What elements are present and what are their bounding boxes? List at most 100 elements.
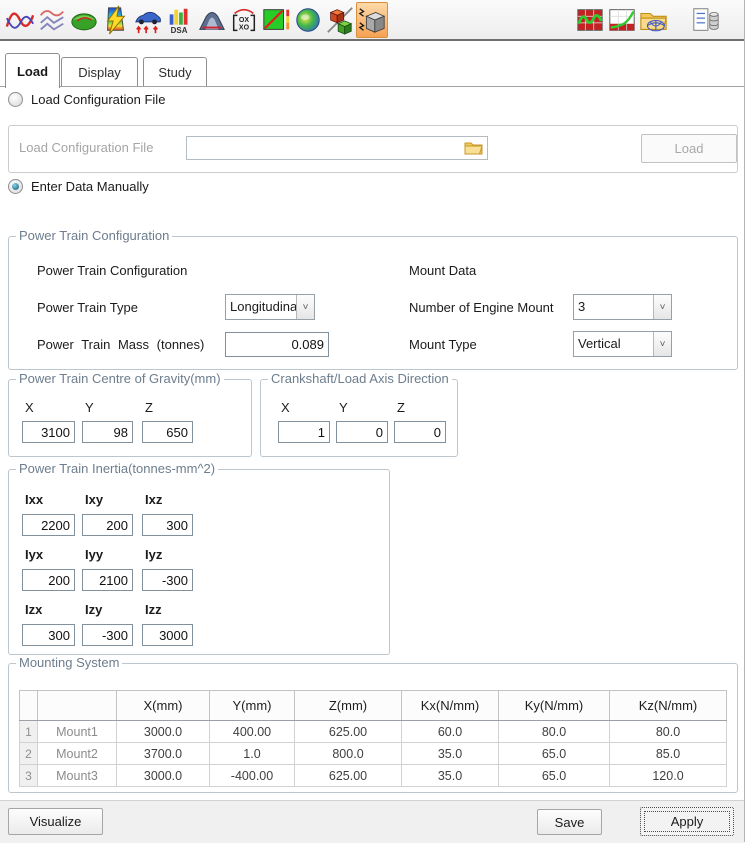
cubes-compare-icon[interactable] xyxy=(324,2,356,38)
iyy-label: Iyy xyxy=(85,547,103,562)
ixx-label: Ixx xyxy=(25,492,43,507)
tab-load[interactable]: Load xyxy=(5,53,60,88)
inertia-caption: Power Train Inertia(tonnes-mm^2) xyxy=(16,461,218,476)
mounting-table-header-row: X(mm) Y(mm) Z(mm) Kx(N/mm) Ky(N/mm) Kz(N… xyxy=(20,691,727,721)
iyy-input[interactable] xyxy=(82,569,133,591)
izz-input[interactable] xyxy=(142,624,193,646)
radio-load-config-file-label: Load Configuration File xyxy=(31,92,165,107)
mount-bracket-icon[interactable] xyxy=(196,2,228,38)
axis-x-input[interactable] xyxy=(278,421,330,443)
ixy-input[interactable] xyxy=(82,514,133,536)
mount-type-combo[interactable]: Vertical ˅ xyxy=(573,331,672,357)
transfer-matrix-icon[interactable]: OX XO xyxy=(228,2,260,38)
curves-icon[interactable] xyxy=(4,2,36,38)
iyz-input[interactable] xyxy=(142,569,193,591)
shell-icon[interactable] xyxy=(68,2,100,38)
lightning-icon[interactable] xyxy=(100,2,132,38)
col-x-header[interactable]: X(mm) xyxy=(117,691,210,721)
cog-x-input[interactable] xyxy=(22,421,75,443)
tab-load-label: Load xyxy=(17,64,48,79)
engine-mount-count-combo[interactable]: 3 ˅ xyxy=(573,294,672,320)
cog-z-input[interactable] xyxy=(142,421,193,443)
col-kz-header[interactable]: Kz(N/mm) xyxy=(610,691,727,721)
col-ky-header[interactable]: Ky(N/mm) xyxy=(499,691,610,721)
crankshaft-axis-group: Crankshaft/Load Axis Direction X Y Z xyxy=(260,379,458,457)
row-number[interactable]: 1 xyxy=(20,721,38,743)
chart-wave-icon[interactable] xyxy=(574,2,606,38)
chevron-down-icon[interactable]: ˅ xyxy=(296,295,314,319)
chevron-down-icon[interactable]: ˅ xyxy=(653,295,671,319)
row-number[interactable]: 2 xyxy=(20,743,38,765)
mounting-system-caption: Mounting System xyxy=(16,655,122,670)
radio-enter-data-manually[interactable]: Enter Data Manually xyxy=(8,179,149,194)
power-train-mass-input[interactable] xyxy=(225,332,329,357)
ixx-input[interactable] xyxy=(22,514,75,536)
z-cell[interactable]: 625.00 xyxy=(295,721,402,743)
kz-cell[interactable]: 80.0 xyxy=(610,721,727,743)
results-folder-icon[interactable] xyxy=(638,2,670,38)
ky-cell[interactable]: 80.0 xyxy=(499,721,610,743)
ky-cell[interactable]: 65.0 xyxy=(499,743,610,765)
z-cell[interactable]: 800.0 xyxy=(295,743,402,765)
cog-z-label: Z xyxy=(145,400,153,415)
tab-display[interactable]: Display xyxy=(61,57,138,87)
y-cell[interactable]: -400.00 xyxy=(210,765,295,787)
izx-label: Izx xyxy=(25,602,42,617)
car-loads-icon[interactable] xyxy=(132,2,164,38)
dsa-label: DSA xyxy=(171,26,188,35)
radio-circle-selected-icon[interactable] xyxy=(8,179,23,194)
mount-name-cell[interactable]: Mount1 xyxy=(38,721,117,743)
col-y-header[interactable]: Y(mm) xyxy=(210,691,295,721)
mount-name-cell[interactable]: Mount3 xyxy=(38,765,117,787)
radio-circle-unselected-icon[interactable] xyxy=(8,92,23,107)
waves-icon[interactable] xyxy=(36,2,68,38)
kx-cell[interactable]: 35.0 xyxy=(402,743,499,765)
save-button[interactable]: Save xyxy=(537,809,602,835)
z-cell[interactable]: 625.00 xyxy=(295,765,402,787)
power-train-type-combo[interactable]: Longitudina ˅ xyxy=(225,294,315,320)
chart-trend-icon[interactable] xyxy=(606,2,638,38)
visualize-button[interactable]: Visualize xyxy=(8,808,103,835)
x-cell[interactable]: 3000.0 xyxy=(117,765,210,787)
browse-folder-icon[interactable] xyxy=(464,140,483,158)
apply-button[interactable]: Apply xyxy=(640,807,734,836)
kz-cell[interactable]: 120.0 xyxy=(610,765,727,787)
power-train-type-label: Power Train Type xyxy=(37,300,138,315)
x-cell[interactable]: 3000.0 xyxy=(117,721,210,743)
axis-z-input[interactable] xyxy=(394,421,446,443)
mounting-system-group: Mounting System X(mm) Y(mm) Z(mm) Kx(N/m… xyxy=(8,663,738,793)
main-toolbar: DSA OX XO xyxy=(0,0,744,41)
mount-type-value: Vertical xyxy=(574,332,653,356)
chevron-down-icon[interactable]: ˅ xyxy=(653,332,671,356)
config-file-input[interactable] xyxy=(186,136,488,160)
axis-y-input[interactable] xyxy=(336,421,388,443)
ixz-input[interactable] xyxy=(142,514,193,536)
col-kx-header[interactable]: Kx(N/mm) xyxy=(402,691,499,721)
izy-input[interactable] xyxy=(82,624,133,646)
x-cell[interactable]: 3700.0 xyxy=(117,743,210,765)
izx-input[interactable] xyxy=(22,624,75,646)
tab-study-label: Study xyxy=(158,65,191,80)
row-number[interactable]: 3 xyxy=(20,765,38,787)
centre-of-gravity-group: Power Train Centre of Gravity(mm) X Y Z xyxy=(8,379,252,457)
matrix-row2-label: XO xyxy=(239,24,250,31)
tab-study[interactable]: Study xyxy=(143,57,207,87)
load-button[interactable]: Load xyxy=(641,134,737,163)
load-tab-panel: Load Configuration File Load Configurati… xyxy=(0,86,744,801)
diagonal-matrix-icon[interactable] xyxy=(260,2,292,38)
report-database-icon[interactable] xyxy=(690,2,722,38)
radio-load-config-file[interactable]: Load Configuration File xyxy=(8,92,165,107)
y-cell[interactable]: 1.0 xyxy=(210,743,295,765)
y-cell[interactable]: 400.00 xyxy=(210,721,295,743)
ky-cell[interactable]: 65.0 xyxy=(499,765,610,787)
kx-cell[interactable]: 35.0 xyxy=(402,765,499,787)
mount-name-cell[interactable]: Mount2 xyxy=(38,743,117,765)
kx-cell[interactable]: 60.0 xyxy=(402,721,499,743)
cog-y-input[interactable] xyxy=(82,421,133,443)
dsa-bars-icon[interactable]: DSA xyxy=(164,2,196,38)
col-z-header[interactable]: Z(mm) xyxy=(295,691,402,721)
kz-cell[interactable]: 85.0 xyxy=(610,743,727,765)
iyx-input[interactable] xyxy=(22,569,75,591)
nvh-cube-icon[interactable] xyxy=(356,2,388,38)
torus-icon[interactable] xyxy=(292,2,324,38)
